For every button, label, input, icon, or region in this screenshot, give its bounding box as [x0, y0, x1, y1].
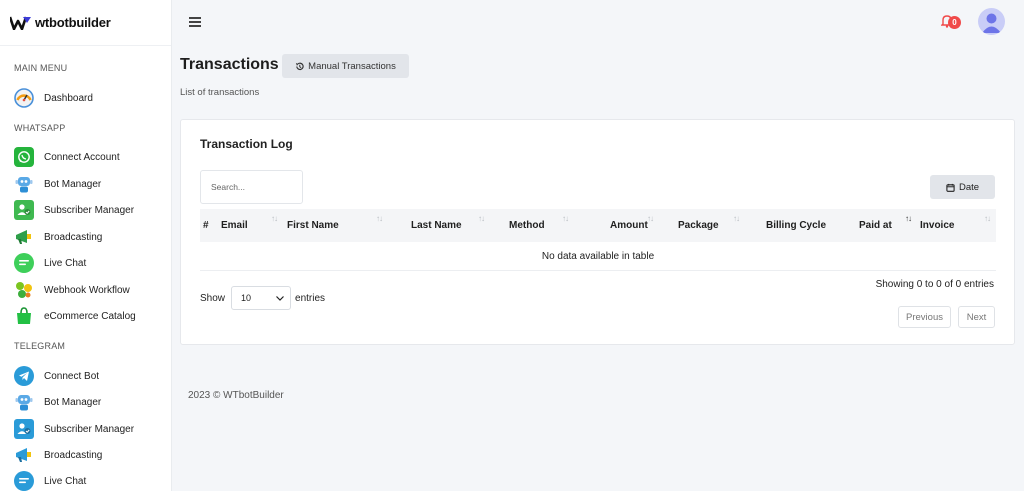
- hamburger-menu-icon[interactable]: [189, 17, 201, 27]
- column-header-package[interactable]: Package: [678, 209, 719, 242]
- broadcast-icon: [14, 445, 34, 465]
- next-button[interactable]: Next: [958, 306, 995, 328]
- sort-icon: ↑↓: [562, 214, 569, 223]
- sidebar-item-connect-account[interactable]: Connect Account: [14, 147, 120, 167]
- sidebar-item-label: Live Chat: [44, 475, 87, 487]
- sidebar-item-bot-manager[interactable]: Bot Manager: [14, 174, 101, 194]
- column-header-method[interactable]: Method: [509, 209, 545, 242]
- sidebar-item-label: Bot Manager: [44, 178, 102, 190]
- section-label-main-menu: MAIN MENU: [14, 63, 68, 73]
- sort-icon: ↑↓: [733, 214, 740, 223]
- sidebar-item-webhook-workflow[interactable]: Webhook Workflow: [14, 280, 130, 300]
- chevron-down-icon: [276, 295, 284, 301]
- brand-name: wtbotbuilder: [35, 15, 111, 30]
- sidebar-item-label: Subscriber Manager: [44, 204, 135, 216]
- telegram-icon: [14, 366, 34, 386]
- brand-logo[interactable]: wtbotbuilder: [0, 0, 171, 46]
- sort-icon: ↑↓: [271, 214, 278, 223]
- page-title: Transactions: [180, 56, 279, 73]
- topbar: 0: [172, 0, 1024, 46]
- sidebar-item-label: Connect Account: [44, 151, 120, 163]
- column-header-last-name[interactable]: Last Name: [411, 209, 462, 242]
- sidebar-item-broadcasting[interactable]: Broadcasting: [14, 227, 102, 247]
- card-title: Transaction Log: [200, 137, 293, 151]
- column-header-first-name[interactable]: First Name: [287, 209, 339, 242]
- footer-copyright: 2023 © WTbotBuilder: [188, 390, 284, 401]
- subscriber-icon: [14, 200, 34, 220]
- webhook-icon: [14, 280, 34, 300]
- subscriber-icon: [14, 419, 34, 439]
- empty-table-message: No data available in table: [200, 242, 996, 271]
- column-header-amount[interactable]: Amount: [610, 209, 648, 242]
- logo-w-icon: [10, 16, 31, 30]
- sidebar-item-label: Broadcasting: [44, 449, 103, 461]
- history-icon: [296, 62, 304, 70]
- sort-icon: ↑↓: [478, 214, 485, 223]
- manual-transactions-label: Manual Transactions: [308, 60, 396, 72]
- manual-transactions-button[interactable]: Manual Transactions: [282, 54, 409, 78]
- sort-icon: ↑↓: [647, 214, 654, 223]
- column-header-paid-at[interactable]: Paid at: [859, 209, 892, 242]
- sidebar-item-label: eCommerce Catalog: [44, 310, 136, 322]
- robot-icon: [14, 392, 34, 412]
- sort-descending-icon: ↑↓: [905, 214, 912, 223]
- shopping-bag-icon: [14, 306, 34, 326]
- transaction-log-card: Transaction Log Date # Email ↑↓ First Na…: [180, 119, 1015, 345]
- sidebar: wtbotbuilder MAIN MENU Dashboard WHATSAP…: [0, 0, 172, 491]
- sidebar-item-live-chat[interactable]: Live Chat: [14, 253, 86, 273]
- calendar-icon: [946, 183, 955, 192]
- column-header-index[interactable]: #: [203, 209, 209, 242]
- sidebar-item-dashboard[interactable]: Dashboard: [14, 88, 93, 108]
- entries-label: entries: [295, 292, 326, 304]
- date-filter-label: Date: [958, 181, 980, 193]
- sidebar-item-telegram-bot-manager[interactable]: Bot Manager: [14, 392, 101, 412]
- sidebar-item-label: Live Chat: [44, 257, 87, 269]
- notification-badge: 0: [948, 16, 961, 29]
- page-size-value: 10: [241, 293, 252, 303]
- sidebar-item-subscriber-manager[interactable]: Subscriber Manager: [14, 200, 134, 220]
- sidebar-item-label: Broadcasting: [44, 231, 103, 243]
- column-header-invoice[interactable]: Invoice: [920, 209, 954, 242]
- column-header-email[interactable]: Email: [221, 209, 248, 242]
- whatsapp-icon: [14, 147, 34, 167]
- sidebar-item-label: Subscriber Manager: [44, 423, 135, 435]
- search-input[interactable]: [200, 170, 303, 204]
- page-size-control: Show 10 entries: [200, 286, 325, 310]
- avatar[interactable]: [978, 8, 1005, 35]
- page-subtitle: List of transactions: [180, 87, 260, 98]
- broadcast-icon: [14, 227, 34, 247]
- robot-icon: [14, 174, 34, 194]
- chat-icon: [14, 471, 34, 491]
- date-filter-button[interactable]: Date: [930, 175, 995, 199]
- sidebar-item-label: Connect Bot: [44, 370, 100, 382]
- section-label-telegram: TELEGRAM: [14, 341, 66, 351]
- sort-icon: ↑↓: [984, 214, 991, 223]
- sidebar-item-ecommerce-catalog[interactable]: eCommerce Catalog: [14, 306, 136, 326]
- table-header: # Email ↑↓ First Name ↑↓ Last Name ↑↓ Me…: [200, 209, 996, 242]
- column-header-billing-cycle[interactable]: Billing Cycle: [766, 209, 826, 242]
- show-label: Show: [200, 292, 226, 304]
- chat-icon: [14, 253, 34, 273]
- sidebar-item-label: Bot Manager: [44, 396, 102, 408]
- sidebar-item-telegram-broadcasting[interactable]: Broadcasting: [14, 445, 102, 465]
- page-size-select[interactable]: 10: [231, 286, 292, 310]
- speedometer-icon: [14, 88, 34, 108]
- table-info: Showing 0 to 0 of 0 entries: [875, 279, 994, 290]
- sidebar-item-telegram-subscriber-manager[interactable]: Subscriber Manager: [14, 419, 134, 439]
- sidebar-item-label: Dashboard: [44, 92, 93, 104]
- sort-icon: ↑↓: [376, 214, 383, 223]
- sidebar-item-label: Webhook Workflow: [44, 284, 130, 296]
- previous-button[interactable]: Previous: [898, 306, 951, 328]
- section-label-whatsapp: WHATSAPP: [14, 123, 66, 133]
- sidebar-item-telegram-live-chat[interactable]: Live Chat: [14, 471, 86, 491]
- sidebar-item-connect-bot[interactable]: Connect Bot: [14, 366, 99, 386]
